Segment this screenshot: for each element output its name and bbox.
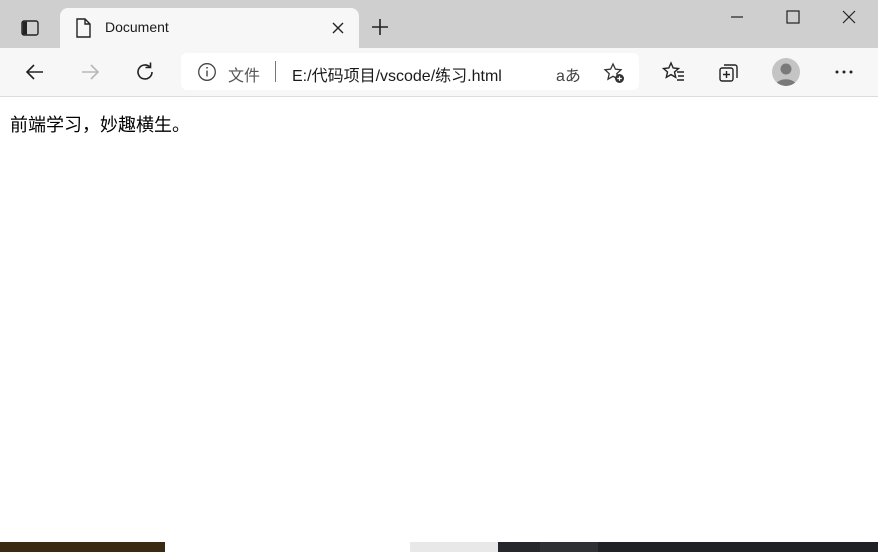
tab-title: Document [105, 19, 169, 35]
taskbar-segment [598, 542, 878, 552]
tab-actions-icon [21, 20, 39, 36]
page-content: 前端学习，妙趣横生。 [0, 97, 878, 542]
tab-actions-button[interactable] [10, 14, 50, 42]
window-close-icon[interactable] [838, 6, 860, 28]
address-bar[interactable]: 文件 E:/代码项目/vscode/练习.html aあ [181, 53, 639, 90]
avatar-silhouette-icon [775, 63, 797, 86]
plus-icon[interactable] [369, 16, 391, 38]
address-separator [275, 61, 276, 82]
browser-toolbar: 文件 E:/代码项目/vscode/练习.html aあ [0, 48, 878, 97]
back-arrow-icon[interactable] [23, 60, 47, 84]
collections-icon[interactable] [717, 60, 741, 84]
document-icon [76, 18, 91, 38]
forward-arrow-icon[interactable] [78, 60, 102, 84]
taskbar-segment [498, 542, 540, 552]
taskbar-segment [165, 542, 410, 552]
taskbar-segment [410, 542, 498, 552]
close-icon[interactable] [329, 19, 347, 37]
tab-document[interactable]: Document [60, 8, 359, 48]
info-icon[interactable] [197, 62, 217, 82]
url-text[interactable]: E:/代码项目/vscode/练习.html [292, 62, 502, 86]
tab-strip: Document [0, 0, 878, 48]
taskbar-strip [0, 542, 878, 552]
star-add-icon[interactable] [602, 61, 626, 85]
favorites-icon[interactable] [662, 60, 686, 84]
browser-window: Document 文件 E:/代码项目/vscode/练习.html aあ 前端… [0, 0, 878, 542]
page-text: 前端学习，妙趣横生。 [10, 115, 190, 136]
maximize-icon[interactable] [782, 6, 804, 28]
minimize-icon[interactable] [726, 6, 748, 28]
taskbar-segment [0, 542, 165, 552]
site-info-label: 文件 [228, 68, 261, 85]
refresh-icon[interactable] [133, 60, 157, 84]
taskbar-segment [540, 542, 598, 552]
profile-avatar[interactable] [772, 58, 800, 86]
more-icon[interactable] [832, 60, 856, 84]
immersive-reader-button[interactable]: aあ [556, 62, 581, 86]
